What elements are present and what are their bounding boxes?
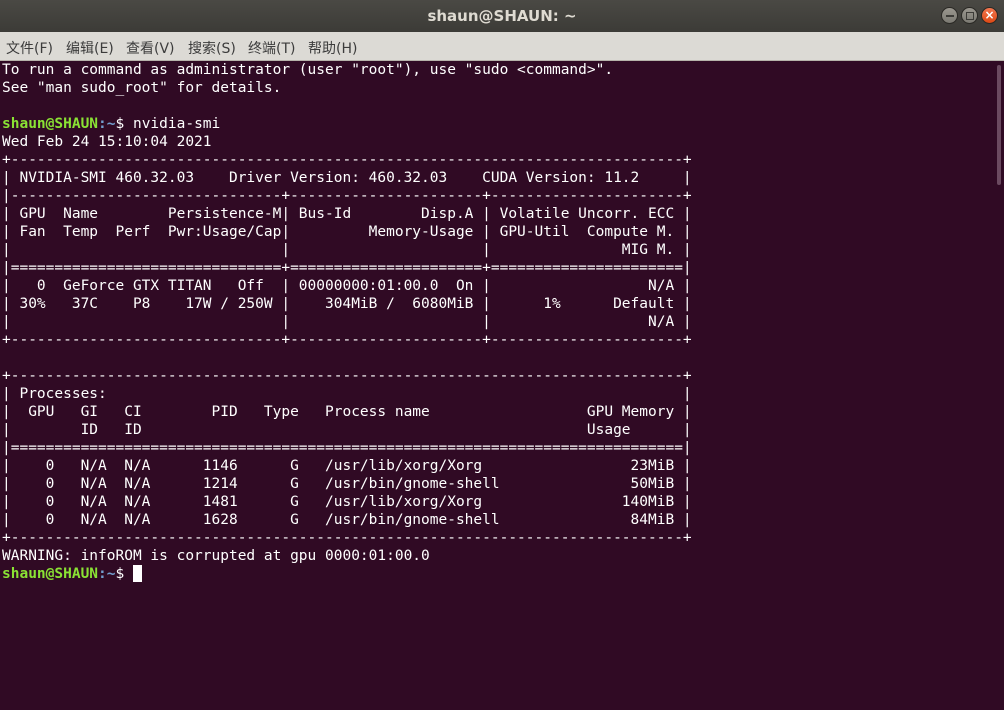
terminal-line: | 0 N/A N/A 1146 G /usr/lib/xorg/Xorg 23… xyxy=(2,458,692,474)
menu-help[interactable]: 帮助(H) xyxy=(308,38,357,58)
terminal-line: | 0 GeForce GTX TITAN Off | 00000000:01:… xyxy=(2,278,692,294)
terminal-line: |===============================+=======… xyxy=(2,260,692,276)
terminal-line: shaun@SHAUN:~$ nvidia-smi xyxy=(2,115,988,133)
prompt-symbol: $ xyxy=(115,116,133,132)
terminal-line: Wed Feb 24 15:10:04 2021 xyxy=(2,134,212,150)
window-title: shaun@SHAUN: ~ xyxy=(427,7,577,25)
terminal-line: | | | MIG M. | xyxy=(2,242,692,258)
terminal-line: shaun@SHAUN:~$ xyxy=(2,565,988,583)
terminal-line: | 0 N/A N/A 1214 G /usr/bin/gnome-shell … xyxy=(2,476,692,492)
scrollbar-thumb[interactable] xyxy=(997,65,1001,185)
menu-edit[interactable]: 编辑(E) xyxy=(66,38,114,58)
terminal-line: To run a command as administrator (user … xyxy=(2,62,614,78)
menu-search[interactable]: 搜索(S) xyxy=(188,38,236,58)
terminal-line: | 0 N/A N/A 1481 G /usr/lib/xorg/Xorg 14… xyxy=(2,494,692,510)
close-icon: × xyxy=(984,8,995,22)
maximize-button[interactable] xyxy=(961,7,978,24)
prompt-user-host: shaun@SHAUN xyxy=(2,116,99,132)
prompt-path: :~ xyxy=(98,566,116,582)
close-button[interactable]: × xyxy=(981,7,998,24)
prompt-symbol: $ xyxy=(115,566,133,582)
prompt-path: :~ xyxy=(98,116,116,132)
terminal-line: WARNING: infoROM is corrupted at gpu 000… xyxy=(2,548,430,564)
menu-terminal[interactable]: 终端(T) xyxy=(248,38,295,58)
terminal-line: +-------------------------------+-------… xyxy=(2,332,692,348)
minimize-button[interactable] xyxy=(941,7,958,24)
menu-view[interactable]: 查看(V) xyxy=(126,38,175,58)
terminal-line: +---------------------------------------… xyxy=(2,530,692,546)
terminal-line: | Processes: | xyxy=(2,386,692,402)
text-cursor xyxy=(132,565,142,582)
terminal-scrollbar[interactable] xyxy=(994,61,1004,710)
terminal-line: +---------------------------------------… xyxy=(2,368,692,384)
menu-file[interactable]: 文件(F) xyxy=(6,38,53,58)
title-bar[interactable]: shaun@SHAUN: ~ × xyxy=(0,0,1004,32)
terminal-line: |=======================================… xyxy=(2,440,692,456)
prompt-user-host: shaun@SHAUN xyxy=(2,566,99,582)
terminal-line: See "man sudo_root" for details. xyxy=(2,80,282,96)
terminal-line: | Fan Temp Perf Pwr:Usage/Cap| Memory-Us… xyxy=(2,224,692,240)
terminal-line: | | | N/A | xyxy=(2,314,692,330)
terminal-line: +---------------------------------------… xyxy=(2,152,692,168)
terminal-line: | 30% 37C P8 17W / 250W | 304MiB / 6080M… xyxy=(2,296,692,312)
maximize-icon xyxy=(966,12,974,20)
menu-bar: 文件(F) 编辑(E) 查看(V) 搜索(S) 终端(T) 帮助(H) xyxy=(0,32,1004,61)
terminal-line: | GPU Name Persistence-M| Bus-Id Disp.A … xyxy=(2,206,692,222)
terminal-output[interactable]: To run a command as administrator (user … xyxy=(0,61,988,710)
typed-command: nvidia-smi xyxy=(132,116,221,132)
terminal-text: To run a command as administrator (user … xyxy=(0,61,988,583)
terminal-line: | GPU GI CI PID Type Process name GPU Me… xyxy=(2,404,692,420)
minimize-icon xyxy=(946,15,954,17)
terminal-line: |-------------------------------+-------… xyxy=(2,188,692,204)
terminal-line: | 0 N/A N/A 1628 G /usr/bin/gnome-shell … xyxy=(2,512,692,528)
terminal-line: | NVIDIA-SMI 460.32.03 Driver Version: 4… xyxy=(2,170,692,186)
terminal-line: | ID ID Usage | xyxy=(2,422,692,438)
terminal-window: shaun@SHAUN: ~ × 文件(F) 编辑(E) 查看(V) 搜索(S)… xyxy=(0,0,1004,710)
